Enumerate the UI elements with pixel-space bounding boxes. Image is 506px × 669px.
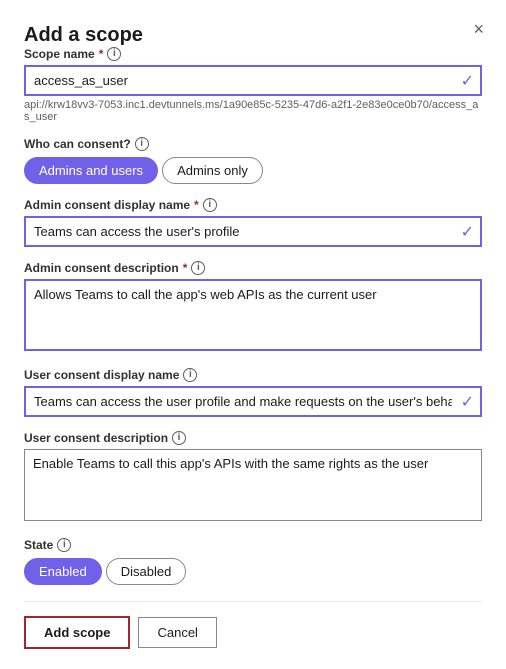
action-buttons-group: Add scope Cancel	[24, 616, 482, 649]
scope-name-label: Scope name * i	[24, 47, 482, 61]
dialog-title: Add a scope	[24, 24, 143, 46]
admin-consent-display-name-input-wrapper: ✓	[24, 216, 482, 247]
admin-consent-display-name-label: Admin consent display name * i	[24, 198, 482, 212]
cancel-button[interactable]: Cancel	[138, 617, 216, 648]
user-consent-description-label: User consent description i	[24, 431, 482, 445]
state-info-icon[interactable]: i	[57, 538, 71, 552]
add-scope-button[interactable]: Add scope	[24, 616, 130, 649]
user-consent-display-name-info-icon[interactable]: i	[183, 368, 197, 382]
consent-admins-users-button[interactable]: Admins and users	[24, 157, 158, 184]
action-divider	[24, 601, 482, 602]
admin-consent-description-group: Admin consent description * i Allows Tea…	[24, 261, 482, 354]
user-consent-description-textarea[interactable]: Enable Teams to call this app's APIs wit…	[24, 449, 482, 521]
state-group: State i Enabled Disabled	[24, 538, 482, 585]
state-label: State i	[24, 538, 482, 552]
user-consent-display-name-input-wrapper: ✓	[24, 386, 482, 417]
admin-consent-description-label: Admin consent description * i	[24, 261, 482, 275]
admin-consent-display-name-info-icon[interactable]: i	[203, 198, 217, 212]
who-can-consent-label: Who can consent? i	[24, 137, 482, 151]
user-consent-description-group: User consent description i Enable Teams …	[24, 431, 482, 524]
scope-name-input[interactable]	[24, 65, 482, 96]
user-consent-display-name-input[interactable]	[24, 386, 482, 417]
scope-name-check-icon: ✓	[461, 71, 474, 91]
admin-consent-display-name-group: Admin consent display name * i ✓	[24, 198, 482, 247]
add-scope-dialog: Add a scope × Scope name * i ✓ api://krw…	[0, 0, 506, 669]
state-enabled-button[interactable]: Enabled	[24, 558, 102, 585]
user-consent-display-name-label: User consent display name i	[24, 368, 482, 382]
consent-buttons-group: Admins and users Admins only	[24, 157, 482, 184]
user-consent-display-name-group: User consent display name i ✓	[24, 368, 482, 417]
admin-consent-display-name-check-icon: ✓	[461, 222, 474, 242]
scope-name-input-wrapper: ✓	[24, 65, 482, 96]
who-can-consent-info-icon[interactable]: i	[135, 137, 149, 151]
state-disabled-button[interactable]: Disabled	[106, 558, 187, 585]
admin-consent-display-name-input[interactable]	[24, 216, 482, 247]
scope-name-group: Scope name * i ✓ api://krw18vv3-7053.inc…	[24, 47, 482, 123]
admin-consent-description-info-icon[interactable]: i	[191, 261, 205, 275]
scope-api-url: api://krw18vv3-7053.inc1.devtunnels.ms/1…	[24, 99, 482, 123]
close-button[interactable]: ×	[469, 18, 488, 40]
admin-consent-description-textarea[interactable]: Allows Teams to call the app's web APIs …	[24, 279, 482, 351]
state-buttons-group: Enabled Disabled	[24, 558, 482, 585]
consent-admins-only-button[interactable]: Admins only	[162, 157, 263, 184]
scope-name-info-icon[interactable]: i	[107, 47, 121, 61]
user-consent-description-info-icon[interactable]: i	[172, 431, 186, 445]
who-can-consent-group: Who can consent? i Admins and users Admi…	[24, 137, 482, 184]
user-consent-display-name-check-icon: ✓	[461, 392, 474, 412]
